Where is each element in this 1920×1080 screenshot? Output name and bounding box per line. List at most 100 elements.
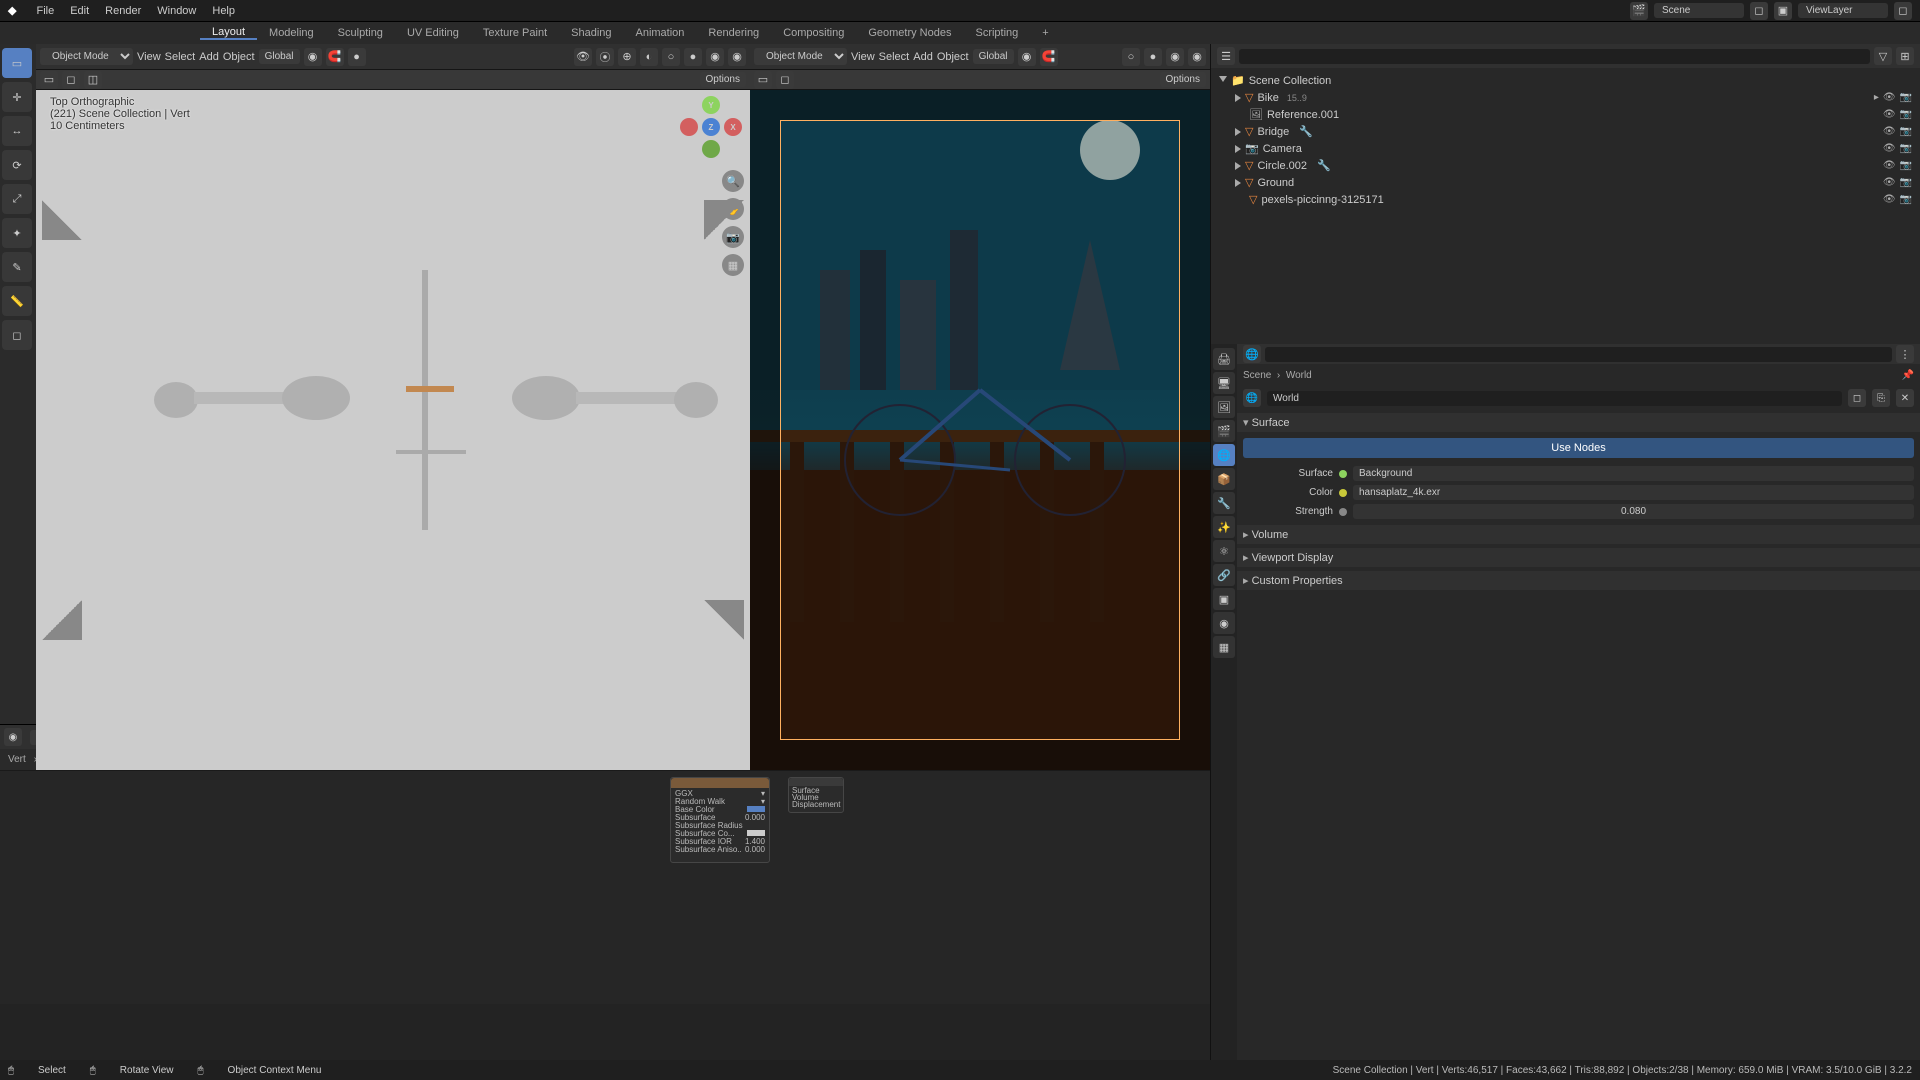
shading-matprev-icon[interactable]: ◉ xyxy=(706,48,724,66)
vp-menu-object-r[interactable]: Object xyxy=(937,51,969,63)
shading-wireframe-icon[interactable]: ○ xyxy=(662,48,680,66)
tab-particle-icon[interactable]: ✨ xyxy=(1213,516,1235,538)
eye-icon-ref[interactable]: 👁 xyxy=(1883,109,1896,120)
world-icon[interactable]: 🌐 xyxy=(1243,389,1261,407)
outliner-item-pexels[interactable]: ▽ pexels-piccinng-3125171 👁📷 xyxy=(1231,191,1916,208)
tool-annotate-icon[interactable]: ✎ xyxy=(2,252,32,282)
vp-menu-view-r[interactable]: View xyxy=(851,51,875,63)
visibility-icon[interactable]: 👁 xyxy=(574,48,592,66)
tab-shading[interactable]: Shading xyxy=(559,27,623,39)
viewport-right-canvas[interactable]: Camera Perspective (221) Scene Collectio… xyxy=(750,90,1210,770)
crumb-vert1[interactable]: Vert xyxy=(8,754,26,765)
outliner-item-reference[interactable]: 🖼 Reference.001 👁📷 xyxy=(1231,106,1916,123)
eye-icon[interactable]: 👁 xyxy=(1883,92,1896,103)
tool-rotate-icon[interactable]: ⟳ xyxy=(2,150,32,180)
outliner-item-bridge[interactable]: ▽ Bridge 🔧 👁📷 xyxy=(1231,123,1916,140)
value-surface[interactable]: Background xyxy=(1353,466,1914,481)
select-mode2-icon[interactable]: ◻ xyxy=(62,71,80,89)
tab-compositing[interactable]: Compositing xyxy=(771,27,856,39)
new-scene-icon[interactable]: ◻ xyxy=(1750,2,1768,20)
tab-render-icon[interactable]: 🖨 xyxy=(1213,348,1235,370)
render-icon-ground[interactable]: 📷 xyxy=(1900,177,1912,188)
tab-texture-paint[interactable]: Texture Paint xyxy=(471,27,559,39)
pivot-icon[interactable]: ◉ xyxy=(304,48,322,66)
tab-scene-icon[interactable]: 🎬 xyxy=(1213,420,1235,442)
menu-window[interactable]: Window xyxy=(149,5,204,17)
outliner-item-bike[interactable]: ▽ Bike 15..9 ▸ 👁 📷 xyxy=(1231,89,1916,106)
render-icon-pexels[interactable]: 📷 xyxy=(1900,194,1912,205)
expand-root-icon[interactable] xyxy=(1219,76,1227,86)
node-material-output[interactable]: Surface Volume Displacement xyxy=(788,777,844,813)
value-strength[interactable]: 0.080 xyxy=(1353,504,1914,519)
vp-menu-add-r[interactable]: Add xyxy=(913,51,933,63)
scene-selector[interactable]: Scene xyxy=(1654,3,1744,18)
restrict-select-icon[interactable]: ▸ xyxy=(1874,92,1879,103)
vp-menu-view[interactable]: View xyxy=(137,51,161,63)
panel-surface[interactable]: Surface xyxy=(1237,413,1920,432)
tool-move-icon[interactable]: ↔ xyxy=(2,116,32,146)
eye-icon-circle[interactable]: 👁 xyxy=(1883,160,1896,171)
tab-viewlayer-icon[interactable]: 🖼 xyxy=(1213,396,1235,418)
outliner-search[interactable] xyxy=(1239,49,1870,64)
crumb-scene[interactable]: Scene xyxy=(1243,370,1271,381)
render-icon-ref[interactable]: 📷 xyxy=(1900,109,1912,120)
socket-dot-surface[interactable] xyxy=(1339,470,1347,478)
outliner-type-icon[interactable]: ☰ xyxy=(1217,47,1235,65)
prop-edit-icon[interactable]: ● xyxy=(348,48,366,66)
render-icon[interactable]: 📷 xyxy=(1900,92,1912,103)
panel-custom-props[interactable]: Custom Properties xyxy=(1237,571,1920,590)
menu-edit[interactable]: Edit xyxy=(62,5,97,17)
vp-menu-object[interactable]: Object xyxy=(223,51,255,63)
shading-wireframe-icon-r[interactable]: ○ xyxy=(1122,48,1140,66)
shader-node-area[interactable]: GGX▾ Random Walk▾ Base Color Subsurface0… xyxy=(0,771,1210,1004)
world-name-input[interactable] xyxy=(1267,391,1842,406)
use-nodes-button[interactable]: Use Nodes xyxy=(1243,438,1914,458)
eye-icon-cam[interactable]: 👁 xyxy=(1883,143,1896,154)
r-select-mode-icon[interactable]: ▭ xyxy=(754,71,772,89)
tab-constraint-icon[interactable]: 🔗 xyxy=(1213,564,1235,586)
orientation-right[interactable]: Global xyxy=(973,49,1014,64)
socket-dot-strength[interactable] xyxy=(1339,508,1347,516)
outliner-item-camera[interactable]: 📷 Camera 👁📷 xyxy=(1231,140,1916,157)
socket-dot-color[interactable] xyxy=(1339,489,1347,497)
render-icon-circle[interactable]: 📷 xyxy=(1900,160,1912,171)
tool-measure-icon[interactable]: 📏 xyxy=(2,286,32,316)
tool-transform-icon[interactable]: ✦ xyxy=(2,218,32,248)
tab-material-icon[interactable]: ◉ xyxy=(1213,612,1235,634)
viewlayer-selector[interactable]: ViewLayer xyxy=(1798,3,1888,18)
tab-data-icon[interactable]: ▣ xyxy=(1213,588,1235,610)
expand-circle-icon[interactable] xyxy=(1235,162,1241,170)
select-mode-icon[interactable]: ▭ xyxy=(40,71,58,89)
shader-editor-icon[interactable]: ◉ xyxy=(4,728,22,746)
tab-scripting[interactable]: Scripting xyxy=(963,27,1030,39)
node-principled-bsdf[interactable]: GGX▾ Random Walk▾ Base Color Subsurface0… xyxy=(670,777,770,863)
menu-file[interactable]: File xyxy=(28,5,62,17)
world-new-icon[interactable]: ◻ xyxy=(1848,389,1866,407)
render-icon-bridge[interactable]: 📷 xyxy=(1900,126,1912,137)
tab-world-icon[interactable]: 🌐 xyxy=(1213,444,1235,466)
expand-bridge-icon[interactable] xyxy=(1235,128,1241,136)
tool-cursor-icon[interactable]: ✛ xyxy=(2,82,32,112)
menu-render[interactable]: Render xyxy=(97,5,149,17)
pivot-icon-r[interactable]: ◉ xyxy=(1018,48,1036,66)
snap-icon[interactable]: 🧲 xyxy=(326,48,344,66)
new-viewlayer-icon[interactable]: ◻ xyxy=(1894,2,1912,20)
tool-select-box-icon[interactable]: ▭ xyxy=(2,48,32,78)
vp-menu-add[interactable]: Add xyxy=(199,51,219,63)
shading-solid-icon[interactable]: ● xyxy=(684,48,702,66)
shading-solid-icon-r[interactable]: ● xyxy=(1144,48,1162,66)
tab-rendering[interactable]: Rendering xyxy=(696,27,771,39)
options-dropdown-left[interactable]: Options xyxy=(700,72,746,87)
filter-icon[interactable]: ▽ xyxy=(1874,47,1892,65)
mode-select-right[interactable]: Object Mode xyxy=(754,48,847,65)
shading-rendered-icon-r[interactable]: ◉ xyxy=(1188,48,1206,66)
pin-icon[interactable]: 📌 xyxy=(1902,370,1914,381)
panel-volume[interactable]: Volume xyxy=(1237,525,1920,544)
camera-border[interactable] xyxy=(780,120,1180,740)
scene-icon[interactable]: 🎬 xyxy=(1630,2,1648,20)
world-copy-icon[interactable]: ⎘ xyxy=(1872,389,1890,407)
tool-scale-icon[interactable]: ⤢ xyxy=(2,184,32,214)
tab-uv-editing[interactable]: UV Editing xyxy=(395,27,471,39)
gizmo-toggle-icon[interactable]: ⦿ xyxy=(596,48,614,66)
eye-icon-pexels[interactable]: 👁 xyxy=(1883,194,1896,205)
